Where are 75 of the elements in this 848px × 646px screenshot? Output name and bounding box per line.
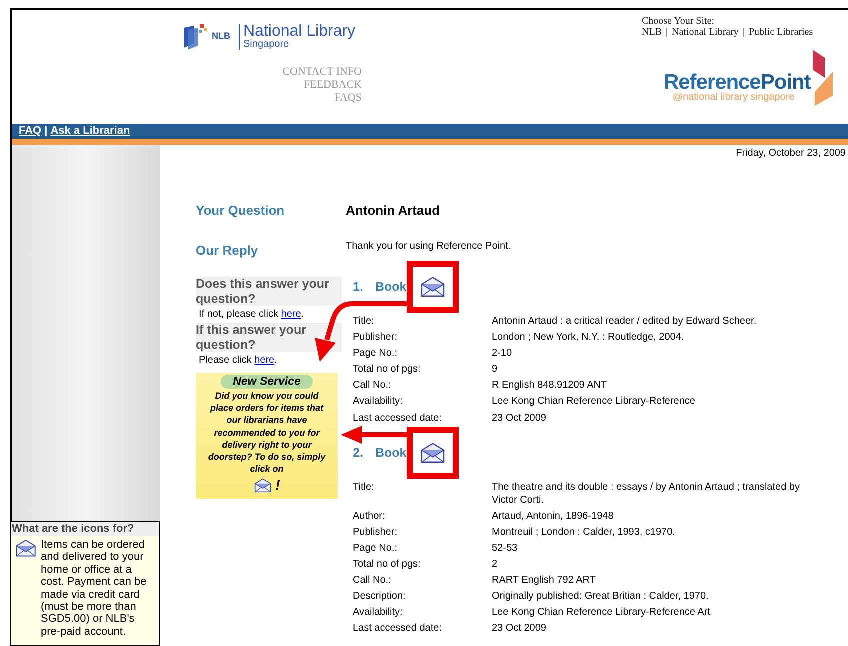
field-label: Call No.: (353, 574, 392, 588)
field-label: Author: (353, 510, 386, 524)
site-link[interactable]: NLB (642, 27, 662, 38)
nav-link[interactable]: Ask a Librarian (50, 123, 130, 140)
envelope-icon (420, 276, 446, 298)
envelope-icon (15, 539, 37, 558)
order-button[interactable] (406, 427, 459, 480)
field-label: Call No.: (353, 379, 392, 393)
logo-subtitle: Singapore (244, 40, 290, 50)
site-chooser-label: Choose Your Site: (642, 16, 716, 27)
field-value: RART English 792 ART (492, 574, 597, 588)
help-title: What are the icons for? (11, 522, 159, 536)
field-value: 23 Oct 2009 (492, 412, 548, 426)
date: Friday, October 23, 2009 (735, 147, 847, 161)
field-value: Lee Kong Chian Reference Library-Reference (492, 395, 696, 410)
field-value: 52-53 (492, 542, 519, 556)
result-type: Book (375, 444, 407, 462)
referencepoint-logo: ReferencePoint (664, 72, 811, 93)
field-label: Publisher: (353, 331, 398, 345)
exclamation-mark: ! (276, 476, 280, 496)
field-label: Publisher: (353, 526, 398, 540)
field-label: Last accessed date: (353, 412, 443, 426)
note-text: Did you know you could place orders for items that our librarians have recommended to you for delivery right to your doorstep? To do so, simply click on (207, 390, 327, 476)
field-label: Title: (353, 481, 376, 496)
field-value: Originally published: Great Britian : Calder, 1970. (492, 590, 710, 604)
site-link[interactable]: National Library (672, 27, 739, 38)
envelope-icon (254, 478, 272, 494)
field-label: Last accessed date: (353, 622, 443, 636)
feedback-heading: If this answer your question? (196, 323, 342, 352)
help-text: Items can be ordered and delivered to your home or office at a cost. Payment can be made via credit card (must be more than SGD5.00) or NLB's pre-paid account. (41, 539, 147, 638)
question-text: Antonin Artaud (346, 202, 442, 220)
field-value: 23 Oct 2009 (492, 622, 548, 636)
field-value: London ; New York, N.Y. : Routledge, 2004. (492, 331, 686, 345)
site-link[interactable]: Public Libraries (748, 27, 814, 38)
open-book-logo-icon (810, 48, 835, 106)
field-label: Availability: (353, 606, 404, 620)
field-label: Page No.: (353, 347, 398, 361)
field-label: Availability: (353, 395, 404, 410)
separator: | (742, 27, 745, 38)
feedback-text: Please click here. (198, 354, 278, 368)
separator: | (666, 27, 668, 38)
here-link[interactable]: here (254, 355, 275, 366)
nav-link[interactable]: FAQ (19, 123, 42, 140)
field-value: Lee Kong Chian Reference Library-Reference Art (492, 606, 712, 620)
field-value: Artaud, Antonin, 1896-1948 (492, 510, 615, 524)
question-label: Your Question (196, 202, 286, 220)
field-value: 2-10 (492, 347, 514, 361)
logo-name: National Library (244, 24, 356, 40)
separator: | (44, 124, 48, 140)
result-number: 2. (353, 444, 364, 462)
field-value: R English 848.91209 ANT (492, 379, 608, 393)
field-value: Antonin Artaud : a critical reader / edited by Edward Scheer. (492, 315, 758, 329)
feedback-heading: Does this answer your question? (196, 277, 342, 306)
field-value: Montreuil ; London : Calder, 1993, c1970. (492, 526, 676, 540)
reply-label: Our Reply (196, 242, 260, 260)
result-number: 1. (353, 278, 364, 296)
reply-text: Thank you for using Reference Point. (346, 240, 512, 254)
field-label: Total no of pgs: (353, 363, 422, 377)
field-label: Title: (353, 315, 376, 329)
arrow (341, 426, 407, 444)
book-logo-icon (182, 22, 208, 52)
field-label: Total no of pgs: (353, 558, 422, 572)
result-type: Book (375, 278, 407, 296)
field-value: The theatre and its double : essays / by Antonin Artaud ; translated by Victor Corti. (492, 481, 801, 508)
note-title: New Service (221, 375, 313, 389)
here-link[interactable]: here (281, 309, 302, 320)
field-value: 2 (492, 558, 499, 572)
field-value: 9 (492, 363, 499, 377)
logo-tagline: @national library singapore (672, 93, 795, 103)
envelope-icon (420, 442, 446, 464)
field-label: Page No.: (353, 542, 398, 556)
feedback-text: If not, please click here. (198, 308, 306, 322)
logo-abbreviation: NLB (212, 30, 230, 44)
order-button[interactable] (406, 261, 459, 313)
field-label: Description: (353, 590, 407, 604)
